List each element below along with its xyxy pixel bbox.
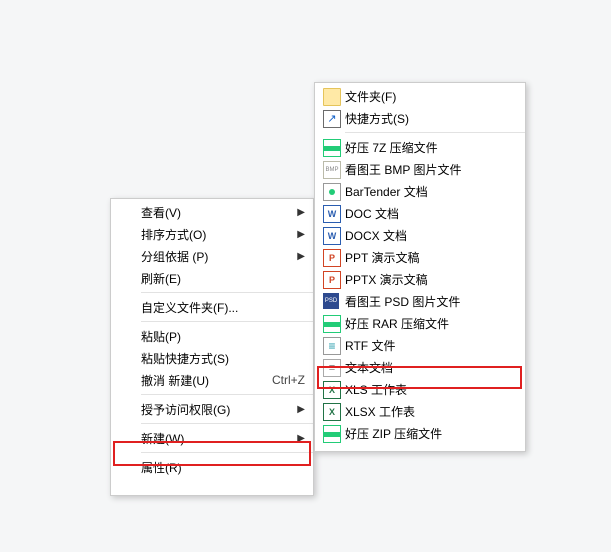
menu-item-label: 粘贴(P)	[141, 328, 305, 345]
menu-item-label: 属性(R)	[141, 459, 305, 476]
menu-item-label: 看图王 PSD 图片文件	[345, 293, 517, 310]
docx-icon	[323, 227, 341, 245]
menu-item-menu2-item-8[interactable]: PPT 演示文稿	[315, 246, 525, 268]
menu-separator	[345, 132, 525, 133]
menu-item-label: XLSX 工作表	[345, 403, 517, 420]
bmp-icon: BMP	[323, 161, 341, 179]
menu-item-label: 看图王 BMP 图片文件	[345, 161, 517, 178]
submenu-arrow-icon: ▶	[295, 404, 305, 415]
menu-separator	[141, 423, 313, 424]
menu-separator	[141, 321, 313, 322]
menu-item-menu1-item-2[interactable]: 分组依据 (P) ▶	[111, 245, 313, 267]
menu-item-label: 快捷方式(S)	[345, 110, 517, 127]
archive-icon	[323, 425, 341, 443]
psd-icon: PSD	[323, 293, 339, 309]
menu-item-menu1-item-0[interactable]: 查看(V) ▶	[111, 201, 313, 223]
menu-item-menu2-item-6[interactable]: DOC 文档	[315, 202, 525, 224]
menu-item-menu2-item-1[interactable]: 快捷方式(S)	[315, 107, 525, 129]
menu-item-label: 撤消 新建(U)	[141, 372, 260, 389]
menu-item-menu2-item-3[interactable]: 好压 7Z 压缩文件	[315, 136, 525, 158]
menu-item-menu1-item-5[interactable]: 自定义文件夹(F)...	[111, 296, 313, 318]
menu-item-label: 查看(V)	[141, 204, 289, 221]
menu-item-label: DOC 文档	[345, 205, 517, 222]
ppt-icon	[323, 249, 341, 267]
menu-item-menu2-item-5[interactable]: BarTender 文档	[315, 180, 525, 202]
menu-item-menu1-item-3[interactable]: 刷新(E)	[111, 267, 313, 289]
menu-item-label: 分组依据 (P)	[141, 248, 289, 265]
menu-item-label: DOCX 文档	[345, 227, 517, 244]
xls-icon	[323, 381, 341, 399]
doc-icon	[323, 205, 341, 223]
menu-item-label: 自定义文件夹(F)...	[141, 299, 305, 316]
menu-item-text-doc[interactable]: 文本文档	[315, 356, 525, 378]
context-menu-new-submenu: 文件夹(F)快捷方式(S)好压 7Z 压缩文件BMP看图王 BMP 图片文件Ba…	[314, 82, 526, 452]
menu-item-label: PPT 演示文稿	[345, 249, 517, 266]
menu-item-label: RTF 文件	[345, 337, 517, 354]
menu-item-label: BarTender 文档	[345, 183, 517, 200]
menu-item-label: 排序方式(O)	[141, 226, 289, 243]
shortcut-icon	[323, 110, 341, 128]
context-menu-primary: 查看(V) ▶ 排序方式(O) ▶ 分组依据 (P) ▶ 刷新(E) 自定义文件夹(F)...…	[110, 198, 314, 496]
txt-icon	[323, 359, 341, 377]
menu-item-label: 文件夹(F)	[345, 88, 517, 105]
menu-item-label: 好压 RAR 压缩文件	[345, 315, 517, 332]
menu-item-label: 授予访问权限(G)	[141, 401, 289, 418]
menu-item-menu2-item-4[interactable]: BMP看图王 BMP 图片文件	[315, 158, 525, 180]
submenu-arrow-icon: ▶	[295, 229, 305, 240]
menu-separator	[141, 394, 313, 395]
submenu-arrow-icon: ▶	[295, 251, 305, 262]
menu-item-label: 好压 7Z 压缩文件	[345, 139, 517, 156]
menu-item-menu2-item-16[interactable]: 好压 ZIP 压缩文件	[315, 422, 525, 444]
menu-item-menu2-item-11[interactable]: 好压 RAR 压缩文件	[315, 312, 525, 334]
menu-item-menu1-item-11[interactable]: 授予访问权限(G) ▶	[111, 398, 313, 420]
menu-item-label: 刷新(E)	[141, 270, 305, 287]
menu-separator	[141, 452, 313, 453]
archive-icon	[323, 139, 341, 157]
menu-item-menu1-item-15[interactable]: 属性(R)	[111, 456, 313, 478]
menu-item-menu1-item-7[interactable]: 粘贴(P)	[111, 325, 313, 347]
submenu-arrow-icon: ▶	[295, 433, 305, 444]
archive-icon	[323, 315, 341, 333]
menu-item-menu2-item-0[interactable]: 文件夹(F)	[315, 85, 525, 107]
menu-item-menu2-item-9[interactable]: PPTX 演示文稿	[315, 268, 525, 290]
menu-item-new[interactable]: 新建(W) ▶	[111, 427, 313, 449]
menu-item-label: 好压 ZIP 压缩文件	[345, 425, 517, 442]
pptx-icon	[323, 271, 341, 289]
menu-item-menu1-item-9[interactable]: 撤消 新建(U) Ctrl+Z	[111, 369, 313, 391]
menu-item-label: XLS 工作表	[345, 381, 517, 398]
menu-item-label: 新建(W)	[141, 430, 289, 447]
menu-item-menu1-item-1[interactable]: 排序方式(O) ▶	[111, 223, 313, 245]
menu-item-menu1-item-8[interactable]: 粘贴快捷方式(S)	[111, 347, 313, 369]
folder-icon	[323, 88, 341, 106]
menu-item-menu2-item-7[interactable]: DOCX 文档	[315, 224, 525, 246]
menu-item-menu2-item-14[interactable]: XLS 工作表	[315, 378, 525, 400]
menu-item-label: 粘贴快捷方式(S)	[141, 350, 305, 367]
menu-item-shortcut: Ctrl+Z	[272, 373, 305, 387]
btw-icon	[323, 183, 341, 201]
menu-item-menu2-item-12[interactable]: RTF 文件	[315, 334, 525, 356]
submenu-arrow-icon: ▶	[295, 207, 305, 218]
menu-item-label: PPTX 演示文稿	[345, 271, 517, 288]
menu-item-menu2-item-15[interactable]: XLSX 工作表	[315, 400, 525, 422]
rtf-icon	[323, 337, 341, 355]
xlsx-icon	[323, 403, 341, 421]
menu-item-label: 文本文档	[345, 359, 517, 376]
menu-separator	[141, 292, 313, 293]
menu-item-menu2-item-10[interactable]: PSD 看图王 PSD 图片文件	[315, 290, 525, 312]
